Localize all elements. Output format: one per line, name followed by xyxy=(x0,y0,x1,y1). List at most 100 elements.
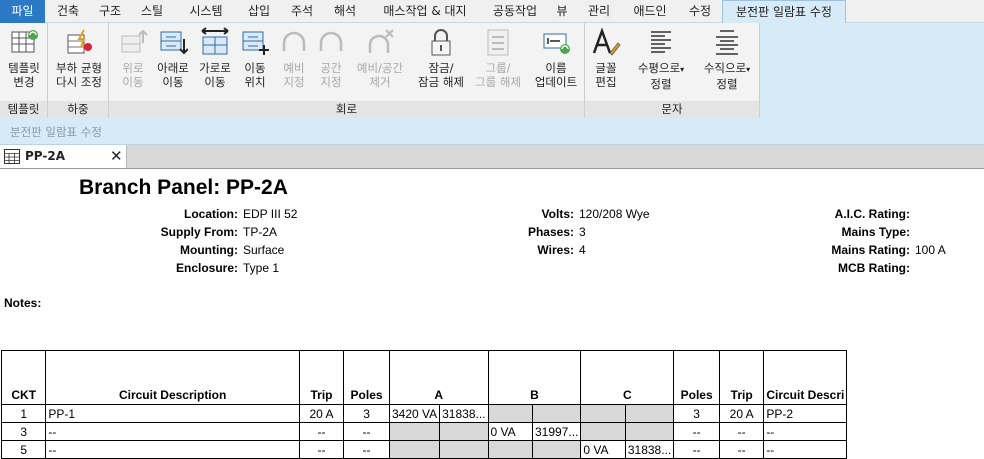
cell-phase-a-load-right[interactable] xyxy=(439,440,489,459)
document-tab-pp-2a[interactable]: PP-2A ✕ xyxy=(0,145,127,168)
col-header-trip-right[interactable]: Trip xyxy=(719,350,765,405)
dropdown-arrow-icon[interactable]: ▾ xyxy=(746,65,750,74)
tab-manage[interactable]: 관리 xyxy=(583,0,615,23)
tab-file[interactable]: 파일 xyxy=(0,0,45,23)
cell-poles-right[interactable]: -- xyxy=(673,440,721,459)
cell-trip[interactable]: -- xyxy=(298,422,345,441)
space-label-1: 공간 xyxy=(320,61,342,75)
cell-phase-c-load[interactable]: 0 VA xyxy=(580,440,626,459)
close-icon[interactable]: ✕ xyxy=(110,147,123,165)
cell-description[interactable]: -- xyxy=(45,440,300,459)
tab-view[interactable]: 뷰 xyxy=(551,0,573,23)
field-value-mounting[interactable]: Surface xyxy=(243,243,284,257)
field-value-location[interactable]: EDP III 52 xyxy=(243,207,297,221)
cell-phase-b-load[interactable] xyxy=(487,404,533,423)
tab-edit-panel-schedule[interactable]: 분전판 일람표 수정 xyxy=(722,0,846,23)
cell-phase-b-load-right[interactable] xyxy=(531,404,582,423)
dropdown-arrow-icon[interactable]: ▾ xyxy=(680,65,684,74)
update-names-button[interactable]: 이름 업데이트 xyxy=(529,27,583,89)
change-template-button[interactable]: 템플릿 변경 xyxy=(2,27,46,89)
col-header-phase-b[interactable]: B xyxy=(487,350,582,405)
horizontal-align-button[interactable]: 수평으로▾ 정렬 xyxy=(633,27,689,91)
cell-poles[interactable]: -- xyxy=(343,440,390,459)
cell-phase-c-load[interactable] xyxy=(580,422,626,441)
move-down-icon xyxy=(160,31,188,55)
font-icon xyxy=(592,27,621,56)
cell-description-right[interactable]: PP-2 xyxy=(763,404,848,423)
cell-description[interactable]: PP-1 xyxy=(45,404,300,423)
col-header-ckt[interactable]: CKT xyxy=(0,350,47,405)
space-label-2: 지정 xyxy=(320,75,342,89)
tab-modify[interactable]: 수정 xyxy=(684,0,716,23)
cell-poles[interactable]: 3 xyxy=(343,404,390,423)
cell-phase-a-load-right[interactable] xyxy=(439,422,489,441)
tab-steel[interactable]: 스틸 xyxy=(134,0,170,23)
tab-massing-site[interactable]: 매스작업 & 대지 xyxy=(372,0,478,23)
rebalance-loads-button[interactable]: 부하 균형 다시 조정 xyxy=(51,27,107,89)
tab-collaborate[interactable]: 공동작업 xyxy=(484,0,546,23)
tab-architecture[interactable]: 건축 xyxy=(50,0,86,23)
tab-addins[interactable]: 애드인 xyxy=(626,0,674,23)
cell-phase-b-load-right[interactable] xyxy=(531,440,582,459)
col-header-poles[interactable]: Poles xyxy=(343,350,390,405)
move-down-button[interactable]: 아래로 이동 xyxy=(153,27,193,89)
cell-poles-right[interactable]: -- xyxy=(673,422,721,441)
field-value-mains-rating[interactable]: 100 A xyxy=(915,243,946,257)
edit-font-button[interactable]: 글꼴 편집 xyxy=(588,27,624,89)
cell-trip-right[interactable]: -- xyxy=(719,422,765,441)
h-align-label-1: 수평으로 xyxy=(637,61,681,75)
cell-phase-a-load[interactable] xyxy=(388,422,441,441)
move-to-button[interactable]: 이동 위치 xyxy=(237,27,273,89)
cell-poles-right[interactable]: 3 xyxy=(673,404,721,423)
field-value-wires[interactable]: 4 xyxy=(579,243,586,257)
cell-phase-b-load[interactable]: 0 VA xyxy=(487,422,533,441)
cell-description-right[interactable]: -- xyxy=(763,440,848,459)
field-value-supply-from[interactable]: TP-2A xyxy=(243,225,277,239)
cell-ckt[interactable]: 5 xyxy=(0,440,47,459)
cell-phase-b-load-right[interactable]: 31997... xyxy=(531,422,582,441)
cell-description[interactable]: -- xyxy=(45,422,300,441)
cell-phase-c-load-right[interactable]: 31838... xyxy=(624,440,675,459)
cell-phase-a-load-right[interactable]: 31838... xyxy=(439,404,489,423)
cell-phase-a-load[interactable] xyxy=(388,440,441,459)
col-header-trip[interactable]: Trip xyxy=(298,350,345,405)
assign-spare-button[interactable]: 예비 지정 xyxy=(277,27,311,89)
move-across-label-2: 이동 xyxy=(204,75,226,89)
col-header-circuit-description-right[interactable]: Circuit Descri xyxy=(763,350,848,405)
col-header-phase-a[interactable]: A xyxy=(388,350,489,405)
move-across-button[interactable]: 가로로 이동 xyxy=(195,27,235,89)
lock-unlock-button[interactable]: 잠금/ 잠금 해제 xyxy=(410,27,472,89)
cell-trip[interactable]: -- xyxy=(298,440,345,459)
cell-trip[interactable]: 20 A xyxy=(298,404,345,423)
field-value-volts[interactable]: 120/208 Wye xyxy=(579,207,650,221)
cell-poles[interactable]: -- xyxy=(343,422,390,441)
tab-annotate[interactable]: 주석 xyxy=(284,0,320,23)
field-value-phases[interactable]: 3 xyxy=(579,225,586,239)
assign-space-button[interactable]: 공간 지정 xyxy=(314,27,348,89)
cell-phase-a-load[interactable]: 3420 VA xyxy=(388,404,441,423)
move-up-button[interactable]: 위로 이동 xyxy=(114,27,152,89)
cell-phase-c-load-right[interactable] xyxy=(624,422,675,441)
tab-insert[interactable]: 삽입 xyxy=(241,0,277,23)
cell-ckt[interactable]: 1 xyxy=(0,404,47,423)
field-value-enclosure[interactable]: Type 1 xyxy=(243,261,279,275)
tab-structure[interactable]: 구조 xyxy=(92,0,128,23)
cell-trip-right[interactable]: -- xyxy=(719,440,765,459)
ribbon-group-template: 템플릿 변경 템플릿 xyxy=(0,23,48,118)
vertical-align-button[interactable]: 수직으로▾ 정렬 xyxy=(698,27,756,91)
tab-systems[interactable]: 시스템 xyxy=(181,0,231,23)
tab-analyze[interactable]: 해석 xyxy=(327,0,363,23)
cell-ckt[interactable]: 3 xyxy=(0,422,47,441)
cell-trip-right[interactable]: 20 A xyxy=(719,404,765,423)
col-header-poles-right[interactable]: Poles xyxy=(673,350,721,405)
cell-phase-c-load[interactable] xyxy=(580,404,626,423)
cell-phase-b-load[interactable] xyxy=(487,440,533,459)
cell-description-right[interactable]: -- xyxy=(763,422,848,441)
remove-spare-space-button[interactable]: 예비/공간 제거 xyxy=(352,27,408,89)
cell-phase-c-load-right[interactable] xyxy=(624,404,675,423)
col-header-phase-c[interactable]: C xyxy=(580,350,675,405)
group-label-text: 문자 xyxy=(585,101,759,118)
col-header-circuit-description[interactable]: Circuit Description xyxy=(45,350,300,405)
group-ungroup-button[interactable]: 그룹/ 그룹 해제 xyxy=(470,27,526,89)
move-down-label-1: 아래로 xyxy=(157,61,189,75)
